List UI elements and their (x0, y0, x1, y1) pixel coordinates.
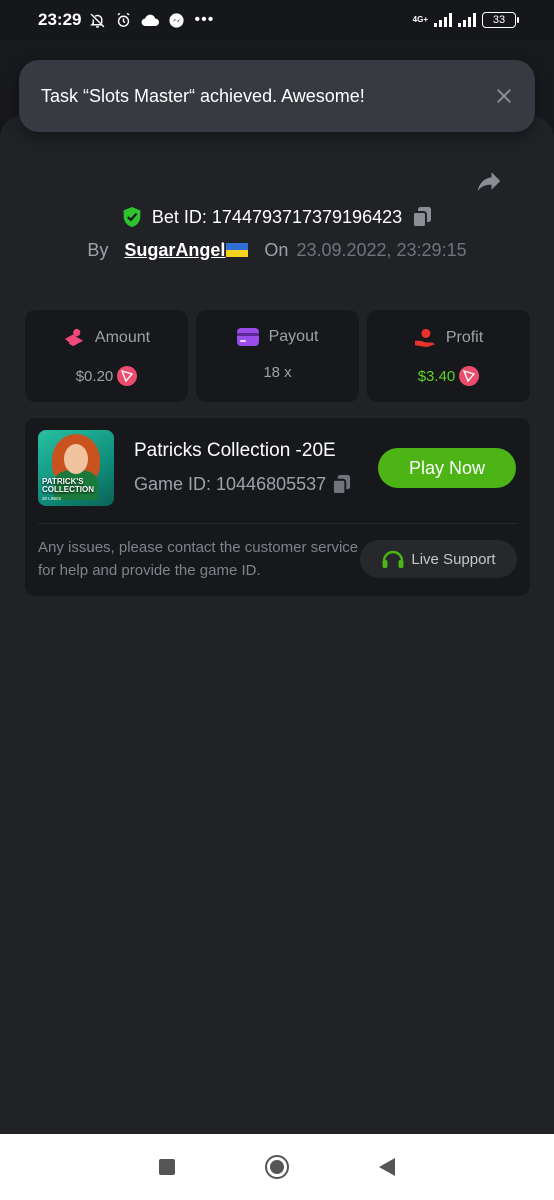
live-support-button[interactable]: Live Support (360, 540, 517, 578)
bell-off-icon (90, 13, 105, 28)
battery-icon: 33 (482, 12, 519, 28)
live-support-label: Live Support (411, 550, 496, 568)
amount-value: $0.20 (75, 367, 114, 385)
bet-id-label: Bet ID: (151, 206, 207, 227)
game-title: Patricks Collection -20E (134, 440, 336, 461)
game-card: PATRICK'S COLLECTION 20 LINES Patricks C… (25, 418, 530, 596)
ukraine-flag-icon (226, 243, 249, 257)
amount-card: Amount $0.20 (25, 310, 188, 402)
status-time: 23:29 (38, 10, 82, 29)
status-bar: 23:29 ••• 4G+ 33 (0, 0, 554, 40)
amount-header: Amount (63, 328, 150, 348)
trx-coin-icon (117, 366, 138, 386)
play-now-button[interactable]: Play Now (378, 448, 516, 488)
messenger-icon (169, 12, 185, 28)
achievement-toast: Task “Slots Master“ achieved. Awesome! (19, 60, 535, 132)
recents-button[interactable] (159, 1159, 175, 1175)
network-label: 4G+ (412, 15, 428, 24)
by-label: By (87, 240, 109, 260)
profit-label: Profit (445, 329, 484, 346)
help-text: Any issues, please contact the customer … (38, 539, 359, 579)
game-thumbnail[interactable]: PATRICK'S COLLECTION 20 LINES (38, 430, 114, 506)
more-icon: ••• (194, 11, 215, 28)
on-label: On (264, 240, 289, 260)
payout-header: Payout (236, 328, 319, 346)
profit-value: $3.40 (417, 367, 456, 385)
battery-level: 33 (492, 14, 506, 26)
username: SugarAngel (124, 240, 226, 260)
status-right: 4G+ 33 (412, 12, 519, 28)
alarm-icon (117, 12, 131, 27)
payout-value-row: 18 x (263, 364, 291, 381)
copy-icon[interactable] (332, 474, 351, 495)
thumbnail-title: PATRICK'S COLLECTION (42, 477, 94, 494)
user-link[interactable]: SugarAngel (124, 240, 249, 261)
profit-header: Profit (414, 328, 483, 348)
back-button[interactable] (379, 1158, 395, 1176)
headset-icon (382, 550, 404, 568)
amount-value-row: $0.20 (76, 366, 138, 386)
home-button[interactable] (265, 1155, 289, 1179)
bet-meta-row: By SugarAngel On 23.09.2022, 23:29:15 (0, 240, 554, 261)
system-nav-bar (0, 1134, 554, 1200)
trx-coin-icon (459, 366, 480, 386)
amount-label: Amount (94, 329, 151, 346)
coins-icon (64, 328, 84, 347)
payout-value: 18 x (263, 364, 292, 381)
close-icon[interactable] (495, 87, 513, 105)
card-icon (236, 328, 259, 346)
game-id-row: Game ID: 10446805537 (134, 474, 351, 495)
notification-icons: ••• (89, 11, 214, 29)
shield-check-icon (123, 207, 141, 227)
game-id: Game ID: 10446805537 (134, 474, 327, 494)
bet-stats: Amount $0.20 Payout 18 x Profit $3.40 (25, 310, 530, 402)
signal-icon (458, 13, 476, 27)
payout-card: Payout 18 x (196, 310, 359, 402)
cloud-icon (142, 14, 160, 27)
copy-icon[interactable] (412, 206, 432, 228)
bet-id-value: 1744793717379196423 (211, 206, 403, 227)
share-icon[interactable] (474, 166, 504, 196)
bet-id-row: Bet ID: 1744793717379196423 (0, 206, 554, 228)
divider (38, 523, 518, 524)
profit-value-row: $3.40 (418, 366, 480, 386)
profit-card: Profit $3.40 (367, 310, 530, 402)
signal-icon (434, 13, 452, 27)
thumbnail-art (64, 444, 88, 474)
payout-label: Payout (268, 328, 319, 345)
toast-message: Task “Slots Master“ achieved. Awesome! (41, 85, 365, 106)
thumbnail-subtitle: 20 LINES (42, 496, 62, 501)
bet-date: 23.09.2022, 23:29:15 (296, 240, 467, 260)
bet-id: Bet ID: 1744793717379196423 (152, 207, 402, 228)
bet-detail-sheet (0, 116, 554, 1134)
hand-coin-icon (414, 328, 435, 348)
